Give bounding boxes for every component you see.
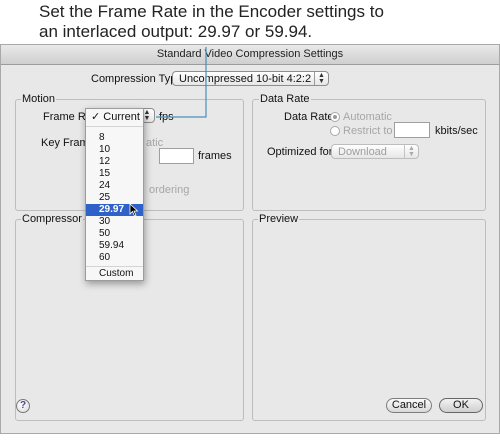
menu-item-59-94[interactable]: 59.94 <box>86 240 143 252</box>
ok-button[interactable]: OK <box>439 398 483 413</box>
checkmark-icon: ✓ <box>91 111 101 123</box>
menu-item-12[interactable]: 12 <box>86 156 143 168</box>
menu-item-current[interactable]: ✓ Current <box>86 111 143 123</box>
menu-separator <box>86 266 143 267</box>
menu-item-label: Current <box>103 111 140 123</box>
menu-item-30[interactable]: 30 <box>86 216 143 228</box>
menu-item-8[interactable]: 8 <box>86 132 143 144</box>
callout-leader-line <box>156 47 207 118</box>
menu-item-custom[interactable]: Custom <box>86 268 143 280</box>
frame-rate-menu: ✓ Current 8 10 12 15 24 25 29.97 30 50 5… <box>85 108 144 281</box>
menu-item-15[interactable]: 15 <box>86 168 143 180</box>
mouse-pointer-icon <box>129 203 139 217</box>
menu-item-60[interactable]: 60 <box>86 252 143 264</box>
menu-item-10[interactable]: 10 <box>86 144 143 156</box>
menu-item-24[interactable]: 24 <box>86 180 143 192</box>
cancel-button[interactable]: Cancel <box>386 398 432 413</box>
menu-separator <box>86 126 143 127</box>
help-icon[interactable]: ? <box>16 399 30 413</box>
menu-item-50[interactable]: 50 <box>86 228 143 240</box>
